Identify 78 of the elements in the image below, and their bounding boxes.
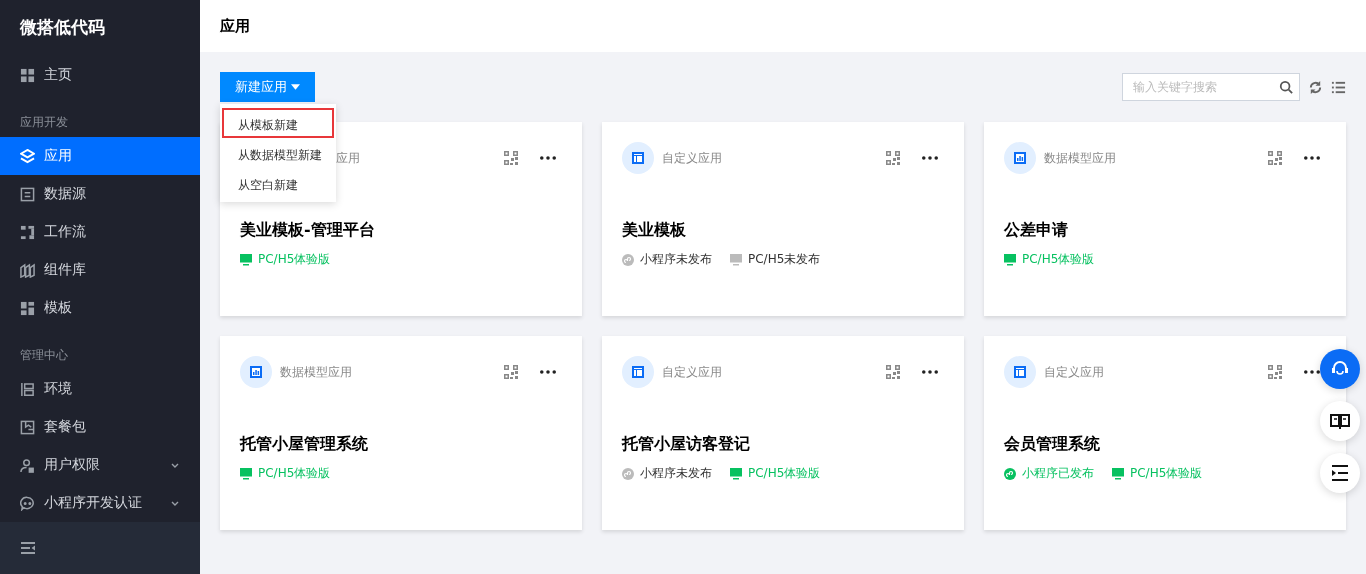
page-title: 应用	[220, 16, 250, 36]
app-name: 托管小屋管理系统	[240, 434, 369, 455]
qr-code-icon[interactable]	[886, 365, 900, 379]
document-icon	[20, 186, 35, 202]
search-field[interactable]: 输入关键字搜索	[1122, 73, 1300, 101]
section-title: 管理中心	[19, 347, 69, 365]
caret-icon	[291, 84, 300, 90]
status-label: PC/H5体验版	[1130, 465, 1203, 482]
qr-code-icon[interactable]	[1268, 365, 1282, 379]
more-icon[interactable]	[922, 370, 938, 374]
refresh-icon[interactable]	[1308, 79, 1323, 95]
chat-icon	[20, 495, 35, 511]
menu-item[interactable]: 从模板新建	[222, 108, 334, 138]
app-name: 公差申请	[1004, 220, 1069, 241]
sidebar-item[interactable]: 应用	[0, 137, 200, 176]
sidebar-item[interactable]: 模板	[0, 289, 200, 328]
status-label: 小程序未发布	[640, 251, 712, 268]
book-icon	[1330, 411, 1350, 431]
app-type: 自定义应用	[662, 363, 723, 381]
sidebar-item[interactable]: 用户权限	[0, 446, 200, 485]
package-icon	[20, 419, 35, 435]
layout-icon	[622, 356, 654, 388]
app-name: 美业模板	[622, 220, 687, 241]
menu-item[interactable]: 从数据模型新建	[222, 138, 334, 168]
status-label: PC/H5体验版	[258, 465, 331, 482]
status-label: PC/H5体验版	[748, 465, 821, 482]
template-icon	[20, 300, 35, 316]
more-icon[interactable]	[540, 156, 556, 160]
bar-chart-icon	[1004, 142, 1036, 174]
blocks-icon	[20, 262, 35, 278]
sidebar-item[interactable]: 数据源	[0, 175, 200, 214]
section-title: 应用开发	[19, 114, 69, 132]
qr-code-icon[interactable]	[886, 151, 900, 165]
more-icon[interactable]	[540, 370, 556, 374]
app-type: 数据模型应用	[280, 363, 353, 381]
search-icon[interactable]	[1279, 80, 1293, 94]
bar-chart-icon	[240, 356, 272, 388]
sidebar-item[interactable]: 组件库	[0, 251, 200, 290]
user-icon	[20, 457, 35, 473]
layout-icon	[622, 142, 654, 174]
app-name: 会员管理系统	[1004, 434, 1101, 455]
qr-code-icon[interactable]	[1268, 151, 1282, 165]
app-card[interactable]: 自定义应用 美业模板 小程序未发布 PC/H5未发布	[602, 122, 964, 316]
app-type: 自定义应用	[662, 149, 723, 167]
list-icon[interactable]	[1331, 79, 1346, 95]
app-card[interactable]: 自定义应用 会员管理系统 小程序已发布 PC/H5体验版	[984, 336, 1346, 530]
app-card[interactable]: 自定义应用 托管小屋访客登记 小程序未发布 PC/H5体验版	[602, 336, 964, 530]
flow-icon	[20, 224, 35, 240]
sidebar-item[interactable]: 主页	[0, 56, 200, 95]
layers-icon	[20, 148, 35, 164]
sidebar-item[interactable]: 套餐包	[0, 408, 200, 447]
status-label: PC/H5体验版	[258, 251, 331, 268]
status-label: PC/H5未发布	[748, 251, 821, 268]
collapse-icon[interactable]	[20, 541, 36, 556]
status-label: 小程序未发布	[640, 465, 712, 482]
app-type: 自定义应用	[1044, 363, 1105, 381]
status-label: PC/H5体验版	[1022, 251, 1095, 268]
app-name: 美业模板-管理平台	[240, 220, 376, 241]
qr-code-icon[interactable]	[504, 365, 518, 379]
app-type: 应用	[336, 149, 361, 167]
server-icon	[20, 381, 35, 397]
app-name: 托管小屋访客登记	[622, 434, 751, 455]
brand-title: 微搭低代码	[19, 16, 106, 39]
qr-code-icon[interactable]	[504, 151, 518, 165]
indent-icon	[1330, 463, 1350, 483]
more-icon[interactable]	[1304, 156, 1320, 160]
app-card[interactable]: 数据模型应用 托管小屋管理系统 PC/H5体验版	[220, 336, 582, 530]
sidebar-item[interactable]: 工作流	[0, 213, 200, 252]
grid-icon	[20, 67, 35, 83]
status-label: 小程序已发布	[1022, 465, 1094, 482]
app-type: 数据模型应用	[1044, 149, 1117, 167]
more-icon[interactable]	[1304, 370, 1320, 374]
more-icon[interactable]	[922, 156, 938, 160]
app-card[interactable]: 数据模型应用 公差申请 PC/H5体验版	[984, 122, 1346, 316]
layout-icon	[1004, 356, 1036, 388]
sidebar-item[interactable]: 环境	[0, 370, 200, 409]
menu-item[interactable]: 从空白新建	[222, 168, 334, 198]
sidebar-item[interactable]: 小程序开发认证	[0, 484, 200, 523]
